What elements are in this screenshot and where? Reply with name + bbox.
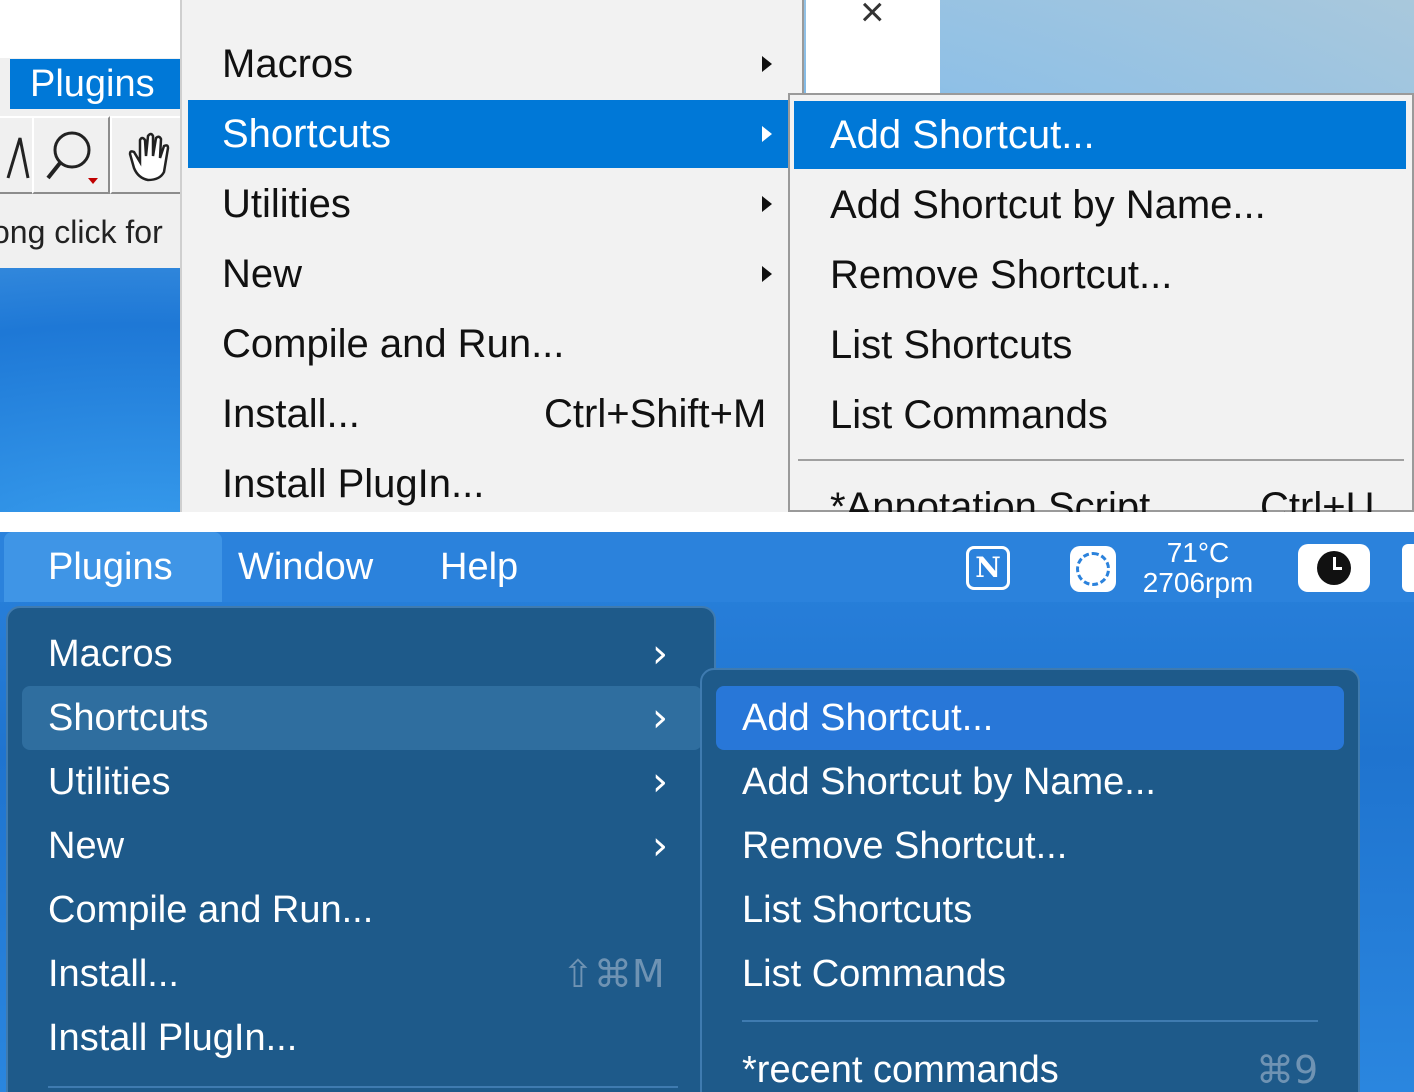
menu-item-utilities[interactable]: Utilities › — [22, 750, 702, 814]
submenu-item-remove-shortcut[interactable]: Remove Shortcut... — [794, 241, 1406, 309]
magnifier-icon — [46, 131, 98, 184]
macos-screenshot: Plugins Window Help N 71°C 2706rpm Macro… — [0, 532, 1414, 1092]
chevron-right-icon: › — [652, 823, 668, 869]
shortcut-label: ⌘9 — [1256, 1048, 1319, 1092]
submenu-item-annotation-script[interactable]: *Annotation Script Ctrl+U — [794, 473, 1406, 512]
submenu-item-add-shortcut-by-name[interactable]: Add Shortcut by Name... — [794, 171, 1406, 239]
chevron-right-icon: › — [652, 631, 668, 677]
menu-item-compile-and-run[interactable]: Compile and Run... — [22, 878, 702, 942]
zoom-tool-button[interactable] — [32, 116, 110, 194]
submenu-item-add-shortcut-by-name[interactable]: Add Shortcut by Name... — [716, 750, 1344, 814]
submenu-item-add-shortcut[interactable]: Add Shortcut... — [794, 101, 1406, 169]
menu-item-macros[interactable]: Macros — [188, 30, 802, 98]
menubar-extra-icon[interactable] — [1402, 544, 1414, 592]
shortcut-label: Ctrl+Shift+M — [544, 392, 767, 436]
menubar-window[interactable]: Window — [238, 532, 373, 602]
imagej-toolbar-window: Plugins ong click for — [0, 0, 188, 268]
menu-separator — [742, 1020, 1318, 1022]
menu-item-shortcuts[interactable]: Shortcuts › — [22, 686, 702, 750]
menubar-help[interactable]: Help — [440, 532, 518, 602]
submenu-arrow-icon — [762, 196, 772, 212]
system-monitor-readout[interactable]: 71°C 2706rpm — [1128, 538, 1268, 598]
submenu-arrow-icon — [762, 126, 772, 142]
hand-tool-button[interactable] — [110, 116, 188, 194]
menu-item-shortcuts[interactable]: Shortcuts — [188, 100, 802, 168]
menu-item-install-plugin[interactable]: Install PlugIn... — [22, 1006, 702, 1070]
menu-item-install[interactable]: Install... Ctrl+Shift+M — [188, 380, 802, 448]
menu-item-new[interactable]: New — [188, 240, 802, 308]
menu-separator — [48, 1086, 678, 1088]
windows-screenshot: Plugins ong click for × Macros Shortcuts — [0, 0, 1414, 512]
close-icon[interactable]: × — [860, 0, 885, 36]
submenu-item-list-commands[interactable]: List Commands — [794, 381, 1406, 449]
fan-speed-text: 2706rpm — [1142, 567, 1254, 598]
menu-item-utilities[interactable]: Utilities — [188, 170, 802, 238]
menu-item-compile-and-run[interactable]: Compile and Run... — [188, 310, 802, 378]
angle-icon — [6, 137, 30, 179]
menubar-plugins[interactable]: Plugins — [10, 59, 180, 109]
shortcut-label: ⇧⌘M — [562, 952, 665, 996]
panel-divider — [0, 512, 1414, 532]
submenu-arrow-icon — [762, 56, 772, 72]
submenu-item-recent-commands[interactable]: *recent commands ⌘9 — [716, 1038, 1344, 1092]
submenu-item-list-shortcuts[interactable]: List Shortcuts — [716, 878, 1344, 942]
menu-separator — [798, 459, 1404, 461]
temperature-text: 71°C — [1166, 537, 1230, 568]
submenu-item-list-commands[interactable]: List Commands — [716, 942, 1344, 1006]
menu-bar: Plugins Window Help N 71°C 2706rpm — [0, 532, 1414, 602]
notion-icon[interactable]: N — [966, 546, 1010, 590]
fan-icon[interactable] — [1070, 546, 1116, 592]
submenu-arrow-icon — [762, 266, 772, 282]
chevron-right-icon: › — [652, 759, 668, 805]
menu-item-macros[interactable]: Macros › — [22, 622, 702, 686]
angle-tool-button[interactable] — [0, 116, 34, 194]
shortcuts-submenu: Add Shortcut... Add Shortcut by Name... … — [788, 93, 1414, 512]
menu-item-install-plugin[interactable]: Install PlugIn... — [188, 450, 802, 512]
shortcut-label: Ctrl+U — [1260, 485, 1375, 512]
clock-icon[interactable] — [1298, 544, 1370, 592]
menu-item-new[interactable]: New › — [22, 814, 702, 878]
menubar-plugins[interactable]: Plugins — [4, 532, 222, 602]
submenu-item-remove-shortcut[interactable]: Remove Shortcut... — [716, 814, 1344, 878]
plugins-menu: Macros Shortcuts Utilities New Compile a… — [180, 0, 804, 512]
plugins-menu: Macros › Shortcuts › Utilities › New › C… — [6, 606, 716, 1092]
hand-icon — [128, 132, 170, 182]
menu-item-install[interactable]: Install... ⇧⌘M — [22, 942, 702, 1006]
shortcuts-submenu: Add Shortcut... Add Shortcut by Name... … — [700, 668, 1360, 1092]
submenu-item-add-shortcut[interactable]: Add Shortcut... — [716, 686, 1344, 750]
status-text: ong click for — [0, 214, 163, 250]
submenu-item-list-shortcuts[interactable]: List Shortcuts — [794, 311, 1406, 379]
chevron-right-icon: › — [652, 695, 668, 741]
